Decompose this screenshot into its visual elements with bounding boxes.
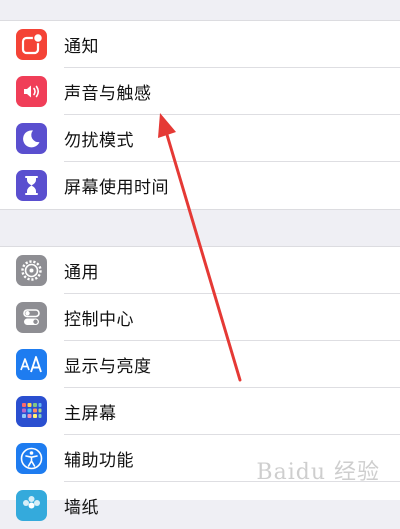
settings-row-control-center[interactable]: 控制中心: [0, 294, 400, 341]
settings-row-label: 勿扰模式: [64, 131, 134, 151]
settings-row-home-screen[interactable]: 主屏幕: [0, 388, 400, 435]
settings-row-label: 屏幕使用时间: [64, 178, 169, 198]
settings-row-label: 控制中心: [64, 310, 134, 330]
settings-group-1: 通知 声音与触感 勿扰模式 屏幕使用时间: [0, 20, 400, 210]
moon-icon: [16, 123, 47, 154]
wallpaper-icon: [16, 490, 47, 521]
toggles-icon: [16, 302, 47, 333]
settings-row-screen-time[interactable]: 屏幕使用时间: [0, 162, 400, 209]
settings-row-label: 声音与触感: [64, 84, 152, 104]
hourglass-icon: [16, 170, 47, 201]
settings-row-general[interactable]: 通用: [0, 247, 400, 294]
settings-row-label: 主屏幕: [64, 404, 117, 424]
settings-row-label: 通用: [64, 263, 99, 283]
settings-row-label: 辅助功能: [64, 451, 134, 471]
speaker-icon: [16, 76, 47, 107]
settings-row-label: 显示与亮度: [64, 357, 152, 377]
settings-row-do-not-disturb[interactable]: 勿扰模式: [0, 115, 400, 162]
gear-icon: [16, 255, 47, 286]
settings-row-sounds[interactable]: 声音与触感: [0, 68, 400, 115]
settings-row-label: 通知: [64, 37, 99, 57]
settings-row-label: 墙纸: [64, 498, 99, 518]
settings-row-notifications[interactable]: 通知: [0, 21, 400, 68]
display-aa-icon: [16, 349, 47, 380]
settings-row-wallpaper[interactable]: 墙纸: [0, 482, 400, 529]
home-grid-icon: [16, 396, 47, 427]
baidu-watermark: Baidu 经验: [256, 460, 380, 485]
notification-icon: [16, 29, 47, 60]
settings-row-display[interactable]: 显示与亮度: [0, 341, 400, 388]
accessibility-icon: [16, 443, 47, 474]
